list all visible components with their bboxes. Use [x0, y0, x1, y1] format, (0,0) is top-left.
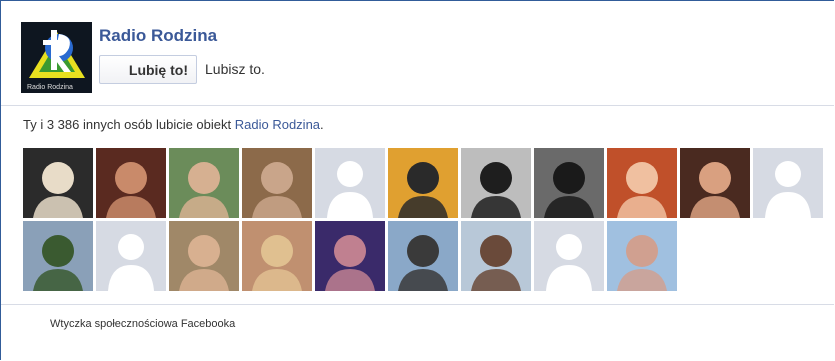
- fan-avatar[interactable]: [388, 148, 458, 218]
- fan-avatar[interactable]: [96, 148, 166, 218]
- default-avatar-icon: [753, 148, 823, 218]
- fan-avatar[interactable]: [607, 221, 677, 291]
- header-divider: [1, 105, 834, 106]
- likes-summary: Ty i 3 386 innych osób lubicie obiekt Ra…: [23, 117, 324, 132]
- profile-photo-icon: [534, 148, 604, 218]
- footer-plugin-label[interactable]: Wtyczka społecznościowa Facebooka: [50, 318, 235, 330]
- profile-photo-icon: [388, 221, 458, 291]
- summary-page-link[interactable]: Radio Rodzina: [235, 117, 320, 132]
- profile-photo-icon: [169, 148, 239, 218]
- page-header: Radio Rodzina Radio Rodzina Lubię to! Lu…: [21, 22, 821, 97]
- profile-photo-icon: [96, 148, 166, 218]
- profile-photo-icon: [680, 148, 750, 218]
- fan-avatar[interactable]: [607, 148, 677, 218]
- footer-divider: [1, 304, 834, 305]
- fan-avatar-default[interactable]: [315, 148, 385, 218]
- facebook-like-box: Radio Rodzina Radio Rodzina Lubię to! Lu…: [0, 0, 834, 360]
- logo-text: Radio Rodzina: [27, 84, 73, 91]
- profile-photo-icon: [242, 148, 312, 218]
- fan-avatar[interactable]: [169, 221, 239, 291]
- profile-photo-icon: [461, 148, 531, 218]
- page-name-link[interactable]: Radio Rodzina: [99, 26, 217, 46]
- fan-avatar-default[interactable]: [96, 221, 166, 291]
- fan-avatar[interactable]: [23, 221, 93, 291]
- fan-avatar[interactable]: [680, 148, 750, 218]
- fan-avatar[interactable]: [461, 221, 531, 291]
- fan-avatar[interactable]: [242, 148, 312, 218]
- profile-photo-icon: [242, 221, 312, 291]
- radio-rodzina-logo-icon: Radio Rodzina: [21, 22, 92, 93]
- profile-photo-icon: [315, 221, 385, 291]
- likes-summary-suffix: .: [320, 117, 324, 132]
- fan-avatar[interactable]: [23, 148, 93, 218]
- default-avatar-icon: [534, 221, 604, 291]
- fan-avatar[interactable]: [461, 148, 531, 218]
- like-button-label: Lubię to!: [128, 61, 188, 78]
- default-avatar-icon: [96, 221, 166, 291]
- fan-avatar[interactable]: [169, 148, 239, 218]
- fan-avatar[interactable]: [388, 221, 458, 291]
- fan-avatar[interactable]: [315, 221, 385, 291]
- fan-avatar-default[interactable]: [534, 221, 604, 291]
- like-status: Lubisz to.: [205, 61, 265, 77]
- likes-summary-text: Ty i 3 386 innych osób lubicie obiekt: [23, 117, 235, 132]
- fan-avatar-default[interactable]: [753, 148, 823, 218]
- profile-photo-icon: [169, 221, 239, 291]
- profile-photo-icon: [607, 148, 677, 218]
- page-logo[interactable]: Radio Rodzina: [21, 22, 92, 93]
- fan-avatar[interactable]: [534, 148, 604, 218]
- like-button[interactable]: Lubię to!: [99, 55, 197, 84]
- default-avatar-icon: [315, 148, 385, 218]
- profile-photo-icon: [23, 148, 93, 218]
- fan-avatar[interactable]: [242, 221, 312, 291]
- profile-photo-icon: [23, 221, 93, 291]
- profile-photo-icon: [461, 221, 531, 291]
- profile-photo-icon: [607, 221, 677, 291]
- profile-photo-icon: [388, 148, 458, 218]
